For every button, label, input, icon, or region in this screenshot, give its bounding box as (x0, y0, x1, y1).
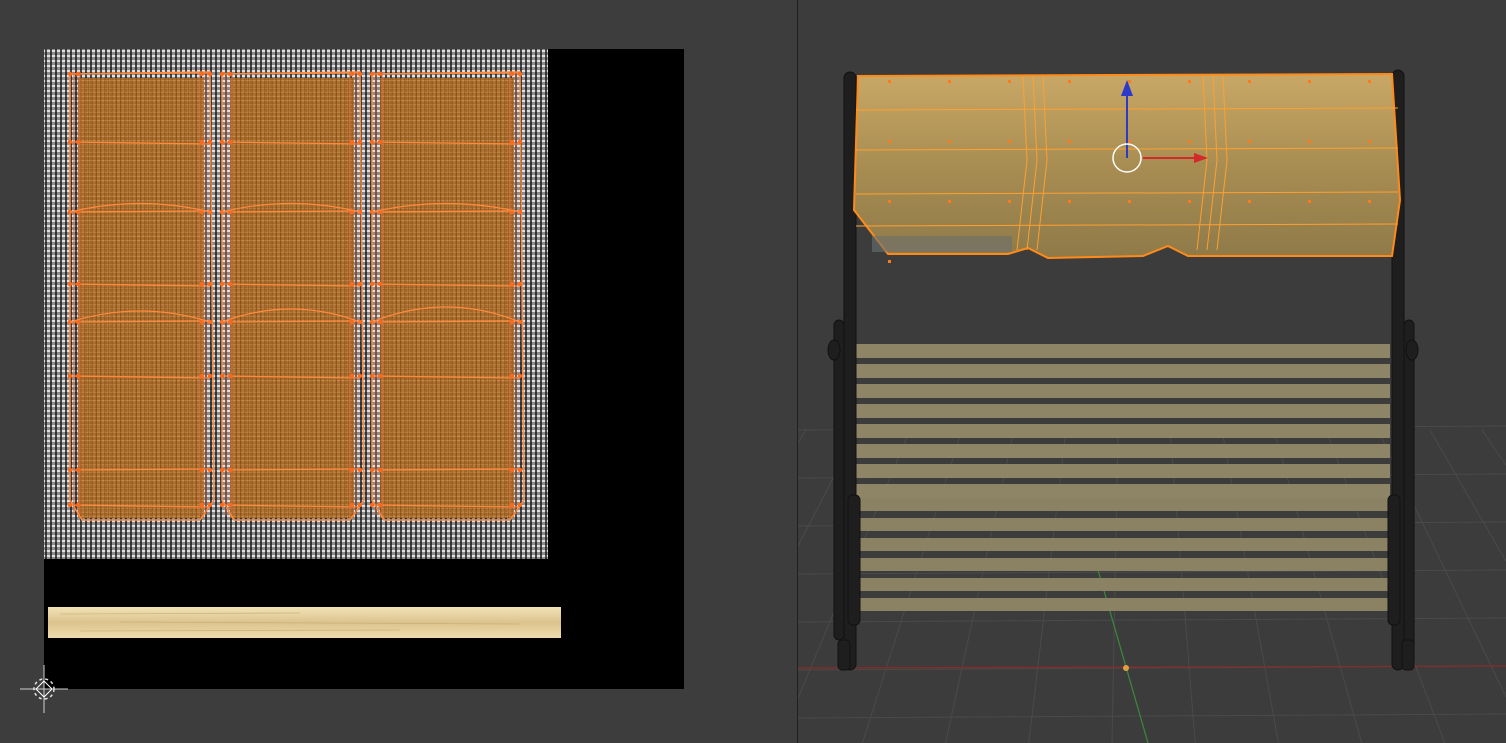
mesh-vertex[interactable] (1308, 140, 1311, 143)
uv-vertex[interactable] (207, 281, 213, 287)
uv-vertex[interactable] (67, 373, 73, 379)
mesh-vertex[interactable] (1068, 200, 1071, 203)
viewport-canvas[interactable] (798, 0, 1506, 743)
mesh-vertex[interactable] (1308, 200, 1311, 203)
uv-vertex[interactable] (517, 281, 523, 287)
mesh-vertex[interactable] (888, 260, 891, 263)
uv-vertex[interactable] (207, 139, 213, 145)
uv-vertex[interactable] (219, 373, 225, 379)
mesh-vertex[interactable] (1008, 200, 1011, 203)
uv-vertex[interactable] (207, 71, 213, 77)
uv-vertex[interactable] (357, 281, 363, 287)
uv-vertex[interactable] (219, 502, 225, 508)
lower-slat (858, 598, 1398, 611)
upper-slat (854, 364, 1390, 378)
uv-vertex[interactable] (369, 467, 375, 473)
uv-vertex[interactable] (369, 373, 375, 379)
blender-window (0, 0, 1506, 743)
upper-slat (854, 384, 1390, 398)
mesh-vertex[interactable] (948, 80, 951, 83)
3d-viewport[interactable] (798, 0, 1506, 743)
y-axis-line (1097, 569, 1149, 743)
upper-slat (854, 444, 1390, 458)
wood-texture-strip (48, 607, 561, 638)
uv-vertex[interactable] (517, 467, 523, 473)
uv-vertex[interactable] (517, 373, 523, 379)
lower-slat (858, 518, 1398, 531)
uv-editor-canvas[interactable] (0, 0, 797, 743)
uv-island[interactable] (369, 71, 525, 521)
lower-slat (858, 578, 1398, 591)
mesh-vertex[interactable] (1188, 80, 1191, 83)
uv-island[interactable] (219, 71, 365, 521)
mesh-vertex[interactable] (948, 140, 951, 143)
uv-image-editor[interactable] (0, 0, 797, 743)
mesh-vertex[interactable] (1128, 140, 1131, 143)
uv-vertex[interactable] (207, 373, 213, 379)
uv-vertex[interactable] (219, 139, 225, 145)
mesh-vertex[interactable] (1128, 80, 1131, 83)
uv-vertex[interactable] (207, 502, 213, 508)
mesh-vertex[interactable] (888, 80, 891, 83)
uv-vertex[interactable] (357, 139, 363, 145)
mesh-vertex[interactable] (1188, 200, 1191, 203)
lower-slat (858, 538, 1398, 551)
uv-island[interactable] (67, 71, 215, 521)
uv-vertex[interactable] (67, 71, 73, 77)
uv-vertex[interactable] (67, 139, 73, 145)
lower-slat (858, 558, 1398, 571)
mesh-vertex[interactable] (1248, 200, 1251, 203)
uv-vertex[interactable] (517, 71, 523, 77)
uv-vertex[interactable] (369, 281, 375, 287)
mesh-vertex[interactable] (1068, 140, 1071, 143)
mesh-vertex[interactable] (888, 200, 891, 203)
mesh-vertex[interactable] (1368, 140, 1371, 143)
mesh-vertex[interactable] (1008, 140, 1011, 143)
origin-point-icon (1123, 665, 1129, 671)
mesh-vertex[interactable] (1248, 140, 1251, 143)
upper-slat (854, 404, 1390, 418)
upper-slat (854, 344, 1390, 358)
mesh-vertex[interactable] (1008, 80, 1011, 83)
uv-vertex[interactable] (517, 139, 523, 145)
mesh-vertex[interactable] (1368, 80, 1371, 83)
mesh-vertex[interactable] (888, 140, 891, 143)
uv-vertex[interactable] (357, 502, 363, 508)
uv-vertex[interactable] (357, 467, 363, 473)
upper-slat (854, 424, 1390, 438)
upper-slat (854, 464, 1390, 478)
uv-vertex[interactable] (67, 467, 73, 473)
mesh-vertex[interactable] (1248, 80, 1251, 83)
upper-slat (854, 484, 1390, 498)
uv-vertex[interactable] (67, 502, 73, 508)
uv-vertex[interactable] (207, 467, 213, 473)
uv-vertex[interactable] (517, 502, 523, 508)
uv-vertex[interactable] (369, 71, 375, 77)
mesh-vertex[interactable] (1188, 140, 1191, 143)
mesh-vertex[interactable] (1368, 200, 1371, 203)
mesh-vertex[interactable] (1068, 80, 1071, 83)
canopy-uv-highlight (872, 236, 1012, 252)
uv-islands[interactable] (67, 71, 525, 521)
uv-vertex[interactable] (219, 467, 225, 473)
uv-vertex[interactable] (357, 71, 363, 77)
uv-vertex[interactable] (219, 71, 225, 77)
uv-vertex[interactable] (67, 281, 73, 287)
uv-vertex[interactable] (219, 281, 225, 287)
uv-vertex[interactable] (357, 373, 363, 379)
uv-vertex[interactable] (369, 139, 375, 145)
mesh-vertex[interactable] (1308, 80, 1311, 83)
mesh-vertex[interactable] (1128, 200, 1131, 203)
lower-slat (858, 498, 1398, 511)
uv-vertex[interactable] (369, 502, 375, 508)
mesh-vertex[interactable] (948, 200, 951, 203)
bench-seat-slats[interactable] (854, 344, 1398, 611)
